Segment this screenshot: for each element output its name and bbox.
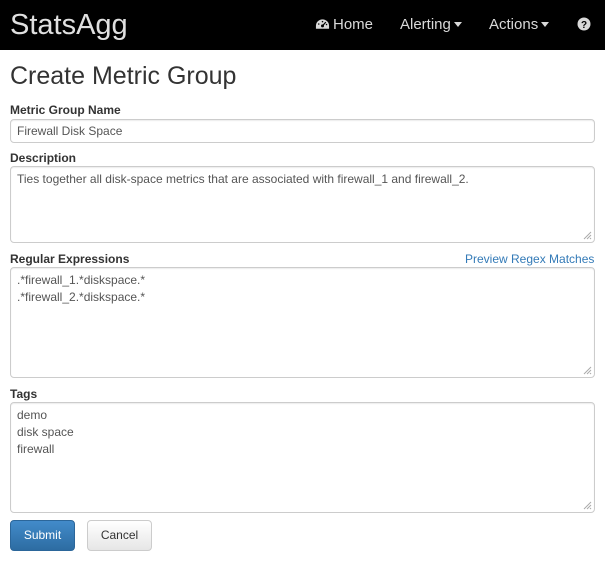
nav-home-label: Home [333, 16, 374, 33]
tags-label: Tags [10, 387, 38, 401]
nav-alerting-label: Alerting [400, 16, 451, 33]
regex-label: Regular Expressions [10, 252, 130, 266]
caret-down-icon [453, 21, 462, 27]
metric-group-name-label: Metric Group Name [10, 103, 121, 117]
tag-line: disk space [17, 425, 74, 439]
nav-actions-label: Actions [489, 16, 539, 33]
nav-help[interactable]: ? [577, 15, 591, 35]
question-circle-icon: ? [577, 17, 591, 31]
regex-textarea[interactable]: .*firewall_1.*diskspace.* .*firewall_2.*… [10, 267, 595, 378]
preview-regex-matches-link[interactable]: Preview Regex Matches [465, 251, 594, 267]
regex-line: .*firewall_2.*diskspace.* [17, 290, 146, 304]
resize-grip-icon[interactable] [583, 501, 592, 510]
nav-home[interactable]: Home [315, 15, 373, 35]
description-textarea[interactable]: Ties together all disk-space metrics tha… [10, 166, 595, 243]
tag-line: firewall [17, 442, 55, 456]
tag-line: demo [17, 408, 48, 422]
nav-alerting-dropdown[interactable]: Alerting [400, 15, 462, 35]
description-label: Description [10, 151, 77, 165]
top-navbar: StatsAgg Home Alerting Actions ? [0, 0, 605, 50]
svg-text:?: ? [581, 20, 587, 31]
metric-group-name-input[interactable] [10, 119, 595, 143]
tags-textarea[interactable]: demo disk space firewall [10, 402, 595, 513]
nav-actions-dropdown[interactable]: Actions [489, 15, 550, 35]
regex-line: .*firewall_1.*diskspace.* [17, 273, 146, 287]
dashboard-icon [315, 19, 330, 29]
brand-logo[interactable]: StatsAgg [10, 8, 128, 42]
submit-button[interactable]: Submit [10, 520, 75, 551]
cancel-button[interactable]: Cancel [87, 520, 152, 551]
resize-grip-icon[interactable] [583, 231, 592, 240]
caret-down-icon [541, 21, 550, 27]
resize-grip-icon[interactable] [583, 366, 592, 375]
description-text: Ties together all disk-space metrics tha… [17, 172, 469, 186]
page-title: Create Metric Group [10, 62, 237, 90]
